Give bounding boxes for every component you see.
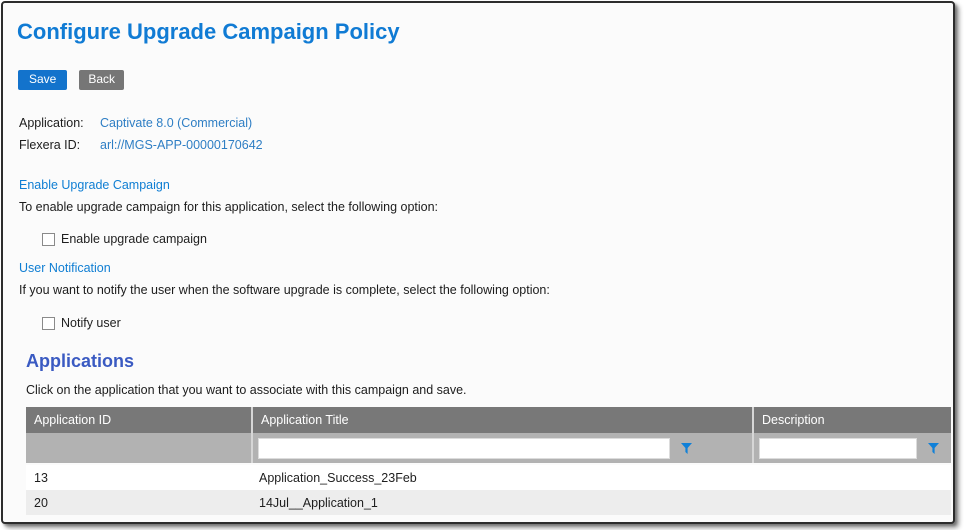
table-filter-row — [26, 433, 951, 463]
table-row[interactable]: 13 Application_Success_23Feb — [26, 465, 951, 490]
flexera-id-row: Flexera ID: arl://MGS-APP-00000170642 — [19, 138, 953, 153]
applications-table: Application ID Application Title Descrip… — [26, 407, 951, 515]
notify-user-checkbox-label: Notify user — [61, 316, 121, 330]
save-button[interactable]: Save — [18, 70, 67, 90]
filter-cell-application-id — [26, 433, 251, 463]
applications-heading: Applications — [26, 351, 953, 372]
application-title-filter-input[interactable] — [258, 438, 670, 459]
cell-application-title[interactable]: 14Jul__Application_1 — [251, 496, 752, 510]
page-title: Configure Upgrade Campaign Policy — [17, 19, 953, 45]
description-filter-input[interactable] — [759, 438, 917, 459]
description-filter-icon[interactable] — [927, 442, 940, 455]
cell-application-id[interactable]: 20 — [26, 496, 251, 510]
flexera-id-label: Flexera ID: — [19, 138, 100, 153]
toolbar: Save Back — [18, 70, 953, 90]
application-link[interactable]: Captivate 8.0 (Commercial) — [100, 116, 252, 131]
section-heading-enable-campaign: Enable Upgrade Campaign — [19, 178, 953, 193]
notify-user-checkbox[interactable] — [42, 317, 55, 330]
enable-campaign-description: To enable upgrade campaign for this appl… — [19, 200, 953, 215]
column-header-application-id[interactable]: Application ID — [26, 407, 251, 433]
enable-campaign-checkbox-label: Enable upgrade campaign — [61, 232, 207, 246]
application-info: Application: Captivate 8.0 (Commercial) … — [19, 116, 953, 153]
table-row[interactable]: 20 14Jul__Application_1 — [26, 490, 951, 515]
enable-campaign-checkbox-row: Enable upgrade campaign — [42, 232, 953, 246]
cell-application-id[interactable]: 13 — [26, 471, 251, 485]
table-header-row: Application ID Application Title Descrip… — [26, 407, 951, 433]
cell-application-title[interactable]: Application_Success_23Feb — [251, 471, 752, 485]
enable-campaign-checkbox[interactable] — [42, 233, 55, 246]
back-button[interactable]: Back — [79, 70, 124, 90]
column-header-application-title[interactable]: Application Title — [251, 407, 752, 433]
column-header-description[interactable]: Description — [752, 407, 951, 433]
filter-cell-application-title — [251, 433, 752, 463]
page-container: Configure Upgrade Campaign Policy Save B… — [1, 1, 955, 524]
user-notification-description: If you want to notify the user when the … — [19, 283, 953, 298]
application-title-filter-icon[interactable] — [680, 442, 693, 455]
flexera-id-link[interactable]: arl://MGS-APP-00000170642 — [100, 138, 263, 153]
filter-cell-description — [752, 433, 951, 463]
notify-user-checkbox-row: Notify user — [42, 316, 953, 330]
section-heading-user-notification: User Notification — [19, 261, 953, 276]
application-label: Application: — [19, 116, 100, 131]
application-row: Application: Captivate 8.0 (Commercial) — [19, 116, 953, 131]
applications-description: Click on the application that you want t… — [26, 383, 953, 397]
